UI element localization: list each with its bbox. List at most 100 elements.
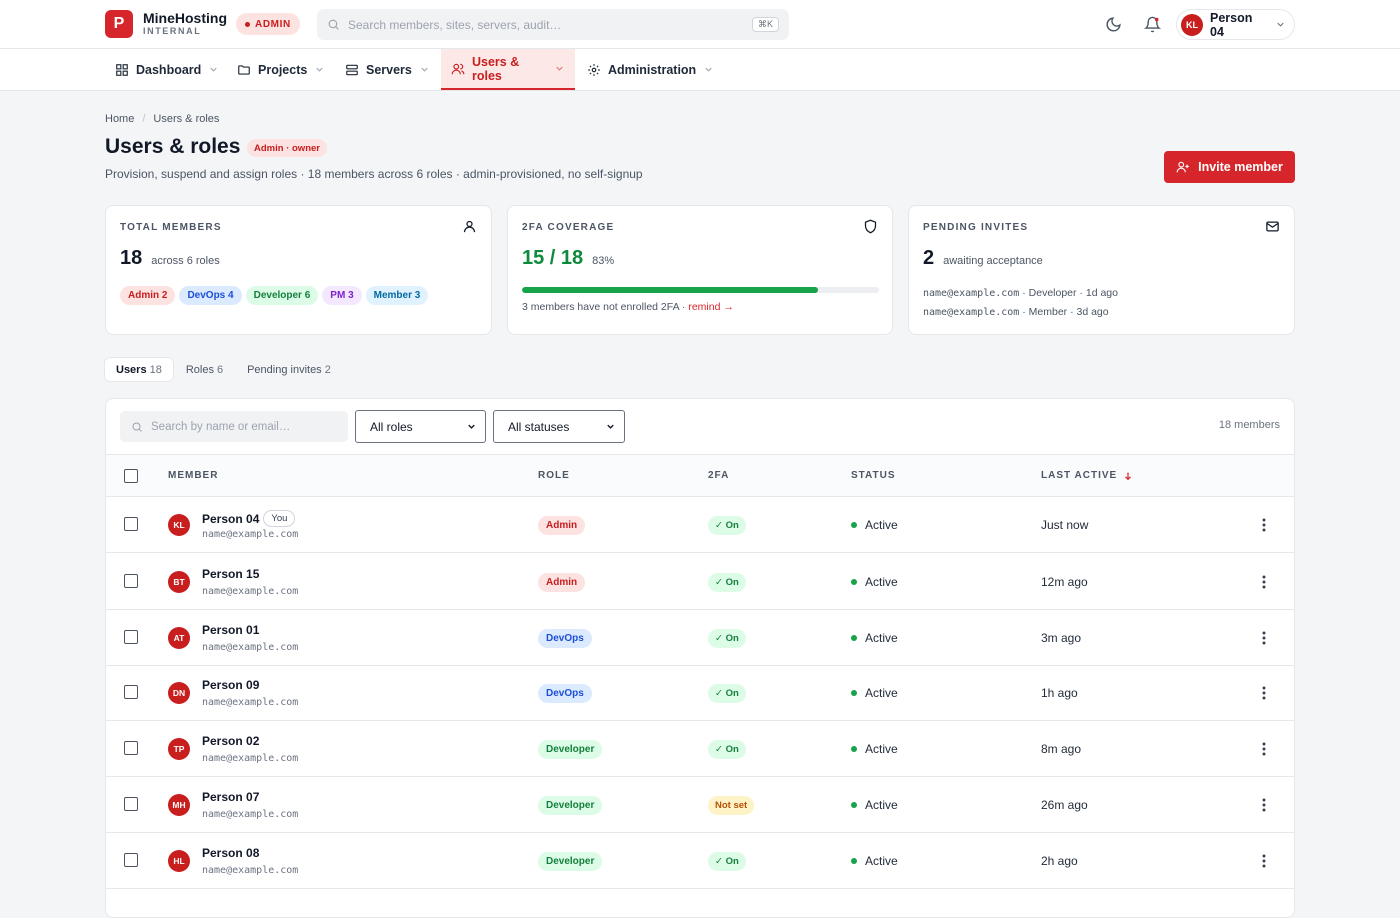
nav-users-roles[interactable]: Users & roles xyxy=(441,49,575,90)
column-status[interactable]: STATUS xyxy=(851,470,896,481)
role-chip-developer[interactable]: Developer 6 xyxy=(245,286,319,305)
more-vertical-icon[interactable] xyxy=(1256,739,1272,759)
status-dot-icon xyxy=(851,635,857,641)
role-chip-devops[interactable]: DevOps 4 xyxy=(179,286,242,305)
row-checkbox[interactable] xyxy=(124,741,138,755)
twofa-note-text: 3 members have not enrolled 2FA · xyxy=(522,301,689,313)
role-badge[interactable]: Admin xyxy=(538,573,586,592)
last-active: 3m ago xyxy=(1041,631,1082,645)
user-name: Person 04 xyxy=(1210,10,1253,39)
bell-icon[interactable] xyxy=(1142,14,1162,34)
card-label: 2FA COVERAGE xyxy=(522,222,615,233)
shield-icon xyxy=(863,219,878,234)
nav-label: Projects xyxy=(258,62,308,77)
remind-link[interactable]: remind → xyxy=(688,301,734,313)
pending-invite-item[interactable]: name@example.com · Member · 3d ago xyxy=(923,306,1109,318)
column-last-active[interactable]: LAST ACTIVE xyxy=(1041,470,1133,481)
more-vertical-icon[interactable] xyxy=(1256,515,1272,535)
page-title: Users & roles xyxy=(105,135,241,158)
last-active: Just now xyxy=(1041,518,1089,532)
nav-servers[interactable]: Servers xyxy=(335,49,440,90)
nav-administration[interactable]: Administration xyxy=(577,49,724,90)
view-tabs: Users 18 Roles 6 Pending invites 2 xyxy=(105,358,342,383)
user-menu[interactable]: KL Person 04 xyxy=(1176,9,1295,40)
column-2fa[interactable]: 2FA xyxy=(708,470,729,481)
row-checkbox[interactable] xyxy=(124,517,138,531)
table-row[interactable]: DN Person 09 name@example.com DevOps ✓ On Act… xyxy=(106,665,1294,721)
env-badge: ADMIN xyxy=(236,13,300,35)
role-chip-pm[interactable]: PM 3 xyxy=(322,286,362,305)
row-checkbox[interactable] xyxy=(124,853,138,867)
chevron-down-icon xyxy=(208,64,219,75)
tab-roles[interactable]: Roles 6 xyxy=(175,358,234,381)
role-badge[interactable]: Developer xyxy=(538,852,603,871)
more-vertical-icon[interactable] xyxy=(1256,628,1272,648)
table-row[interactable]: MH Person 07 name@example.com Developer Not … xyxy=(106,777,1294,833)
card-label: PENDING INVITES xyxy=(923,222,1029,233)
tab-pending-invites[interactable]: Pending invites 2 xyxy=(236,358,342,381)
table-header: MEMBER ROLE 2FA STATUS LAST ACTIVE xyxy=(106,454,1294,497)
twofa-badge: ✓ On xyxy=(708,740,746,759)
member-name[interactable]: Person 09 xyxy=(202,678,259,692)
role-chip-admin[interactable]: Admin 2 xyxy=(120,286,176,305)
invite-member-button[interactable]: Invite member xyxy=(1164,151,1295,183)
main-nav: Dashboard Projects Servers Users & roles… xyxy=(0,49,1400,91)
tab-users[interactable]: Users 18 xyxy=(105,358,173,381)
table-row[interactable]: KL Person 04 You name@example.com Admin ✓ On A… xyxy=(106,497,1294,553)
chevron-down-icon xyxy=(466,421,477,432)
nav-dashboard[interactable]: Dashboard xyxy=(105,49,229,90)
status-dot-icon xyxy=(851,522,857,528)
select-all-checkbox[interactable] xyxy=(124,469,138,483)
member-name[interactable]: Person 04 You xyxy=(202,510,296,527)
table-row[interactable]: HL Person 08 name@example.com Developer ✓ On… xyxy=(106,833,1294,889)
brand-logo[interactable]: P xyxy=(105,10,133,38)
column-member[interactable]: MEMBER xyxy=(168,470,218,481)
pending-invites-card: PENDING INVITES 2 awaiting acceptance na… xyxy=(908,205,1295,335)
last-active: 8m ago xyxy=(1041,742,1082,756)
avatar: BT xyxy=(168,571,190,593)
twofa-progress-fill xyxy=(522,287,819,293)
member-name[interactable]: Person 07 xyxy=(202,790,259,804)
role-badge[interactable]: Admin xyxy=(538,516,586,535)
nav-projects[interactable]: Projects xyxy=(227,49,335,90)
table-row[interactable]: BT Person 15 name@example.com Admin ✓ On Acti… xyxy=(106,554,1294,610)
nav-label: Dashboard xyxy=(136,62,202,77)
twofa-coverage-card: 2FA COVERAGE 15 / 18 83% 3 members have … xyxy=(507,205,893,335)
moon-icon[interactable] xyxy=(1103,14,1123,34)
role-badge[interactable]: Developer xyxy=(538,796,603,815)
invite-detail: · Member · 3d ago xyxy=(1019,306,1109,318)
breadcrumb-home[interactable]: Home xyxy=(105,113,134,125)
more-vertical-icon[interactable] xyxy=(1256,683,1272,703)
more-vertical-icon[interactable] xyxy=(1256,795,1272,815)
more-vertical-icon[interactable] xyxy=(1256,572,1272,592)
pending-invites-note: awaiting acceptance xyxy=(943,255,1043,267)
status-filter-select[interactable]: All statuses xyxy=(493,410,625,443)
column-role[interactable]: ROLE xyxy=(538,470,570,481)
row-checkbox[interactable] xyxy=(124,630,138,644)
row-checkbox[interactable] xyxy=(124,685,138,699)
member-name[interactable]: Person 08 xyxy=(202,846,259,860)
table-row[interactable]: AT Person 01 name@example.com DevOps ✓ On Act… xyxy=(106,610,1294,666)
page-subtitle: Provision, suspend and assign roles · 18… xyxy=(105,167,643,181)
role-chip-member[interactable]: Member 3 xyxy=(365,286,429,305)
role-badge[interactable]: DevOps xyxy=(538,629,592,648)
status-cell: Active xyxy=(851,575,898,589)
member-search-input[interactable]: Search by name or email… xyxy=(120,411,348,442)
table-row[interactable]: TP Person 02 name@example.com Developer ✓ On… xyxy=(106,721,1294,777)
member-name[interactable]: Person 15 xyxy=(202,567,259,581)
pending-invite-item[interactable]: name@example.com · Developer · 1d ago xyxy=(923,287,1118,299)
member-name[interactable]: Person 01 xyxy=(202,623,259,637)
role-filter-select[interactable]: All roles xyxy=(355,410,486,443)
search-icon xyxy=(131,421,143,433)
brand[interactable]: MineHosting INTERNAL xyxy=(143,11,227,37)
member-name[interactable]: Person 02 xyxy=(202,734,259,748)
global-search[interactable]: Search members, sites, servers, audit… ⌘… xyxy=(317,9,789,40)
row-checkbox[interactable] xyxy=(124,797,138,811)
more-vertical-icon[interactable] xyxy=(1256,851,1272,871)
role-badge[interactable]: DevOps xyxy=(538,684,592,703)
member-email: name@example.com xyxy=(202,697,299,708)
twofa-badge: ✓ On xyxy=(708,852,746,871)
row-checkbox[interactable] xyxy=(124,574,138,588)
invite-detail: · Developer · 1d ago xyxy=(1019,287,1118,299)
role-badge[interactable]: Developer xyxy=(538,740,603,759)
